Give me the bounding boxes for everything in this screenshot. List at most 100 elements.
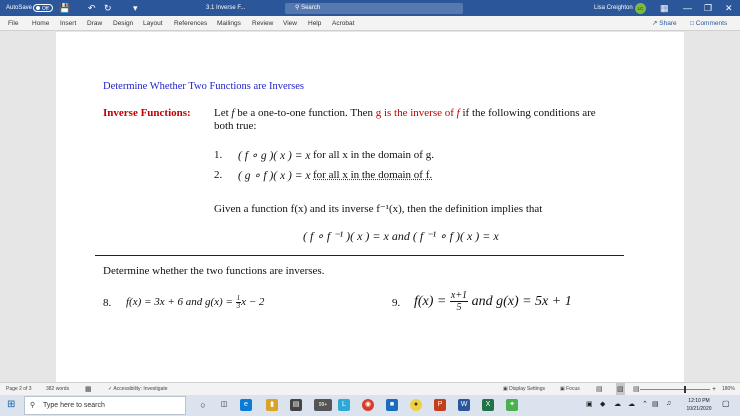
app-icon[interactable]: ■ (386, 399, 398, 411)
given-statement: Given a function f(x) and its inverse f⁻… (214, 203, 543, 215)
condition-2-expression: ( g ∘ f )( x ) = x (238, 170, 311, 182)
condition-2-number: 2. (214, 169, 223, 181)
problem-9-text: f(x) = (414, 294, 447, 309)
task-instruction: Determine whether the two functions are … (103, 265, 325, 277)
definition-text: be a one-to-one function. Then (234, 107, 376, 119)
tab-references[interactable]: References (174, 16, 207, 31)
action-center-icon[interactable]: ▢ (722, 399, 730, 408)
store-icon[interactable]: ▤ (290, 399, 302, 411)
tab-design[interactable]: Design (113, 16, 133, 31)
problem-8-expression: f(x) = 3x + 6 and g(x) = 13x − 2 (126, 290, 264, 314)
zoom-slider-thumb[interactable] (684, 386, 686, 393)
accessibility-label: Accessibility: Investigate (113, 386, 168, 392)
zoom-slider[interactable] (640, 389, 710, 390)
focus-icon: ▣ (560, 386, 565, 392)
task-view-icon[interactable]: ◫ (218, 399, 230, 411)
tab-home[interactable]: Home (32, 16, 49, 31)
definition-line-2: both true: (214, 120, 257, 132)
share-label: Share (659, 20, 677, 27)
tab-mailings[interactable]: Mailings (217, 16, 241, 31)
definition-text: Let (214, 107, 232, 119)
problem-9-number: 9. (392, 297, 401, 309)
problem-9-text: and g(x) = 5x + 1 (471, 294, 572, 309)
condition-2-text: for all x in the domain of f. (313, 169, 433, 181)
autosave-label: AutoSave (6, 5, 33, 11)
notification-icon[interactable]: ▣ (586, 400, 593, 408)
comment-icon: □ (690, 20, 694, 27)
minimize-icon[interactable]: — (683, 0, 692, 16)
title-bar: AutoSave Off 💾 ↶ ↻ ▾ 3.1 Inverse F... ⚲ … (0, 0, 740, 16)
chevron-up-icon[interactable]: ⌃ (642, 400, 648, 408)
cortana-icon[interactable]: ○ (197, 399, 209, 411)
tab-review[interactable]: Review (252, 16, 273, 31)
definition-line-1: Let f be a one-to-one function. Then g i… (214, 107, 596, 119)
definition-highlight: g is the inverse of (375, 107, 454, 119)
windows-start-icon[interactable]: ⊞ (7, 400, 15, 410)
display-settings-label: Display Settings (509, 386, 545, 392)
tab-insert[interactable]: Insert (60, 16, 76, 31)
word-icon[interactable]: W (458, 399, 470, 411)
problem-8-text: f(x) = 3x + 6 and g(x) = (126, 296, 236, 308)
inverse-functions-label: Inverse Functions: (103, 107, 191, 119)
tab-help[interactable]: Help (308, 16, 321, 31)
tab-file[interactable]: File (8, 16, 18, 31)
clock[interactable]: 12:10 PM 10/21/2020 (683, 397, 715, 413)
display-icon: ▣ (503, 386, 508, 392)
ribbon-tabs: File Home Insert Draw Design Layout Refe… (0, 16, 740, 31)
tab-view[interactable]: View (283, 16, 297, 31)
document-title: 3.1 Inverse F... (206, 5, 246, 11)
network-icon[interactable]: ▤ (652, 400, 659, 408)
excel-icon[interactable]: X (482, 399, 494, 411)
comments-button[interactable]: □ Comments (690, 18, 727, 29)
definition-text: if the following conditions are (459, 107, 596, 119)
save-icon[interactable]: 💾 (59, 0, 70, 16)
tab-layout[interactable]: Layout (143, 16, 163, 31)
horizontal-rule (95, 255, 624, 256)
onedrive-icon[interactable]: ☁ (614, 400, 621, 408)
search-icon: ⚲ (30, 402, 36, 409)
close-icon[interactable]: ✕ (725, 0, 733, 16)
dropbox-icon[interactable]: ◆ (600, 400, 605, 408)
inverse-identity: ( f ∘ f ⁻¹ )( x ) = x and ( f ⁻¹ ∘ f )( … (303, 229, 499, 243)
problem-8-number: 8. (103, 297, 112, 309)
onedrive-icon[interactable]: ☁ (628, 400, 635, 408)
clock-time: 12:10 PM (688, 398, 710, 404)
condition-1-text: for all x in the domain of g. (313, 149, 434, 161)
share-icon: ↗ (652, 20, 658, 27)
tab-draw[interactable]: Draw (87, 16, 102, 31)
share-button[interactable]: ↗ Share (652, 18, 677, 29)
status-bar: Page 2 of 3 382 words ▦ ✓ Accessibility:… (0, 382, 740, 396)
customize-toolbar-icon[interactable]: ▾ (133, 0, 138, 16)
fraction-numerator: x+1 (449, 290, 469, 303)
problem-9-expression: f(x) = x+1 5 and g(x) = 5x + 1 (414, 288, 572, 316)
app-circle-icon[interactable]: ● (410, 399, 422, 411)
tab-acrobat[interactable]: Acrobat (332, 16, 354, 31)
clock-date: 10/21/2020 (686, 406, 712, 412)
app-l-icon[interactable]: L (338, 399, 350, 411)
taskbar-search-input[interactable]: ⚲ Type here to search (24, 396, 186, 415)
condition-1-expression: ( f ∘ g )( x ) = x (238, 150, 311, 162)
restore-icon[interactable]: ❐ (704, 0, 712, 16)
user-name[interactable]: Lisa Creighton (594, 0, 633, 16)
redo-icon[interactable]: ↻ (104, 0, 112, 16)
chrome-icon[interactable]: ◉ (362, 399, 374, 411)
undo-icon[interactable]: ↶ (88, 0, 96, 16)
edge-icon[interactable]: e (240, 399, 252, 411)
volume-icon[interactable]: ♫ (666, 400, 671, 407)
focus-label: Focus (566, 386, 580, 392)
search-icon: ⚲ (295, 5, 300, 11)
ribbon-options-icon[interactable]: ▦ (660, 0, 669, 16)
page-title: Determine Whether Two Functions are Inve… (103, 81, 304, 92)
powerpoint-icon[interactable]: P (434, 399, 446, 411)
search-box[interactable]: ⚲ Search (285, 3, 463, 14)
avatar[interactable]: LC (635, 3, 646, 14)
file-explorer-icon[interactable]: ▮ (266, 399, 278, 411)
condition-1-number: 1. (214, 149, 223, 161)
app-green-icon[interactable]: ✦ (506, 399, 518, 411)
search-placeholder: Search (301, 5, 321, 11)
problem-8-text: x − 2 (241, 296, 265, 308)
taskbar: ⊞ ⚲ Type here to search ○ ◫ e ▮ ▤ 99+ L … (0, 395, 740, 416)
autosave-toggle[interactable]: Off (33, 4, 53, 12)
fraction-denominator: 5 (456, 302, 462, 314)
mail-icon[interactable]: 99+ (314, 399, 332, 411)
